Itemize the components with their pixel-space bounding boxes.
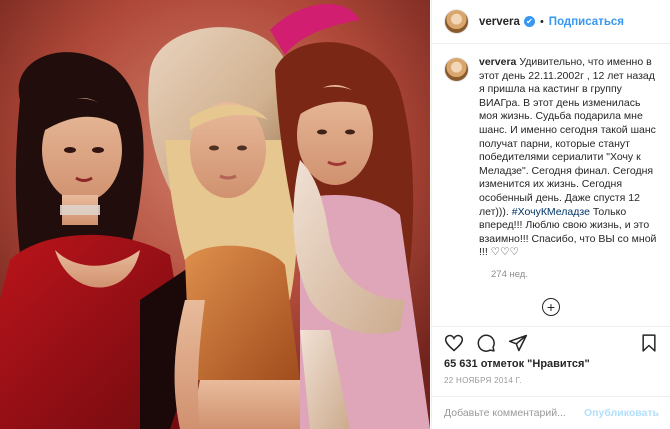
comment-icon[interactable]	[476, 333, 496, 353]
plus-circle-icon[interactable]: +	[542, 298, 560, 316]
post-header: ververa ✔ • Подписаться	[432, 0, 670, 44]
caption-avatar[interactable]	[444, 57, 469, 82]
separator-dot: •	[539, 15, 544, 28]
verified-badge-icon: ✔	[523, 16, 535, 27]
heart-icon[interactable]	[444, 333, 464, 353]
post-photo[interactable]	[0, 0, 430, 429]
caption-area: ververa Удивительно, что именно в этот де…	[432, 56, 670, 286]
comment-bar: Опубликовать	[432, 396, 670, 429]
caption-text: ververa Удивительно, что именно в этот де…	[479, 56, 659, 260]
post-sidebar: ververa ✔ • Подписаться ververa Удивитель…	[431, 0, 670, 429]
likes-count[interactable]: 65 631 отметок "Нравится"	[444, 358, 590, 370]
comment-input[interactable]	[444, 407, 585, 419]
caption-time: 274 нед.	[491, 268, 528, 280]
avatar[interactable]	[444, 9, 469, 34]
photo-illustration	[0, 0, 430, 429]
share-icon[interactable]	[508, 333, 528, 353]
publish-button[interactable]: Опубликовать	[584, 407, 659, 419]
action-bar	[432, 326, 670, 358]
caption-body: Удивительно, что именно в этот день 22.1…	[479, 56, 656, 218]
post-date: 22 НОЯБРЯ 2014 Г.	[444, 376, 522, 385]
caption-hashtag[interactable]: #ХочуКМеладзе	[512, 206, 590, 218]
caption-username[interactable]: ververa	[479, 56, 516, 68]
header-username[interactable]: ververa	[479, 16, 520, 28]
caption-row: ververa Удивительно, что именно в этот де…	[444, 56, 659, 260]
bookmark-icon[interactable]	[639, 333, 659, 353]
follow-button[interactable]: Подписаться	[549, 16, 624, 28]
